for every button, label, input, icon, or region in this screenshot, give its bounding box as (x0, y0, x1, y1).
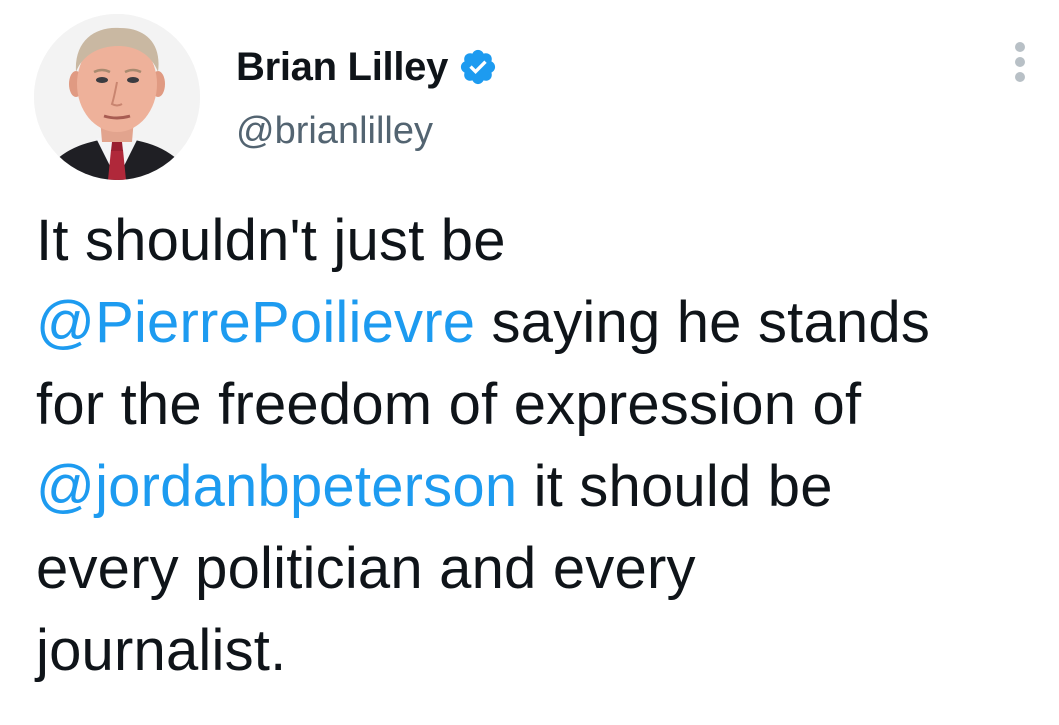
author-handle[interactable]: @brianlilley (236, 108, 433, 154)
tweet-text: It shouldn't just be @PierrePoilievre sa… (36, 200, 1046, 692)
tweet-line: @PierrePoilievre saying he stands (36, 282, 1046, 364)
tweet-line: It shouldn't just be (36, 208, 506, 273)
author-name-row[interactable]: Brian Lilley (236, 42, 498, 92)
tweet-line: for the freedom of expression of (36, 372, 862, 437)
avatar[interactable] (34, 14, 200, 180)
more-options-icon[interactable] (1009, 42, 1031, 86)
mention-link[interactable]: @jordanbpeterson (36, 454, 517, 519)
tweet-card: Brian Lilley @brianlilley It shouldn't j… (0, 0, 1059, 725)
tweet-line: every politician and every (36, 536, 696, 601)
tweet-line-text: it should be (517, 454, 833, 519)
mention-link[interactable]: @PierrePoilievre (36, 290, 475, 355)
author-display-name[interactable]: Brian Lilley (236, 42, 448, 92)
verified-badge-icon (458, 47, 498, 87)
tweet-line-text: saying he stands (475, 290, 931, 355)
profile-photo-icon (34, 14, 200, 180)
tweet-line: journalist. (36, 618, 287, 683)
tweet-line: @jordanbpeterson it should be (36, 446, 1046, 528)
